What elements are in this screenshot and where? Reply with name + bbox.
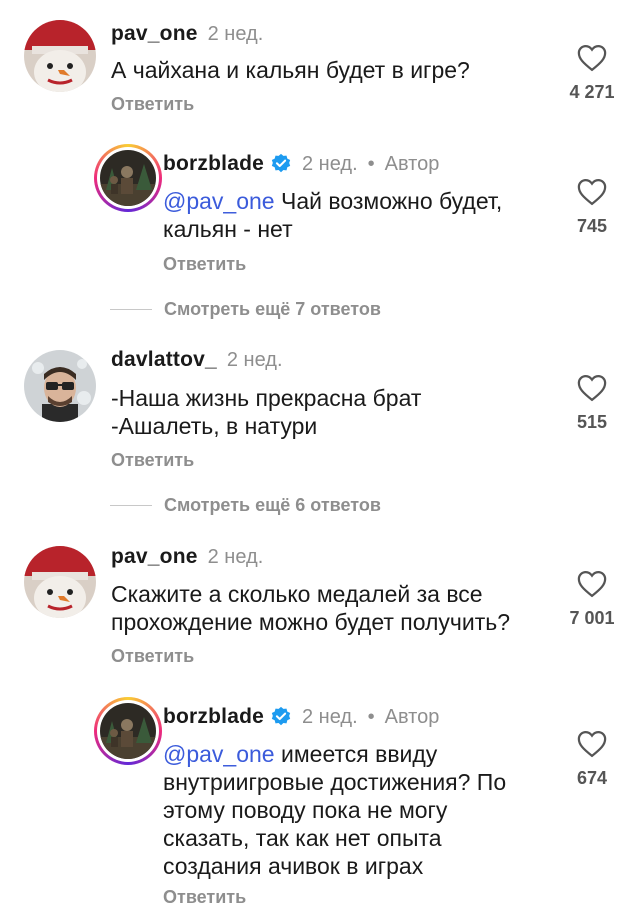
view-more-replies-label: Смотреть ещё 7 ответов [164, 299, 381, 319]
like-control: 674 [562, 730, 622, 789]
heart-icon[interactable] [577, 44, 607, 72]
view-more-replies-button[interactable]: Смотреть ещё 7 ответов [110, 299, 381, 320]
like-control: 515 [562, 374, 622, 433]
reply-button[interactable]: Ответить [111, 646, 194, 667]
separator: • [367, 705, 375, 728]
reply-button[interactable]: Ответить [111, 94, 194, 115]
like-control: 745 [562, 178, 622, 237]
comment-header: davlattov_ 2 нед. [111, 348, 283, 372]
timestamp: 2 нед. [226, 348, 283, 371]
comment-text: Скажите а сколько медалей за все прохожд… [111, 581, 511, 635]
heart-icon[interactable] [577, 570, 607, 598]
reply-button[interactable]: Ответить [163, 254, 246, 275]
like-count: 4 271 [569, 82, 615, 102]
avatar-borzblade-image [100, 150, 156, 206]
divider [110, 505, 152, 506]
author-label: Автор [384, 152, 440, 175]
comment-text: -Наша жизнь прекрасна брат -Ашалеть, в н… [111, 385, 422, 439]
mention-link[interactable]: @pav_one [163, 741, 275, 767]
username[interactable]: pav_one [111, 22, 198, 46]
avatar-snowman-image [24, 546, 96, 618]
like-count: 7 001 [569, 608, 615, 628]
reply-button[interactable]: Ответить [111, 450, 194, 471]
heart-icon[interactable] [577, 178, 607, 206]
verified-badge-icon [271, 706, 291, 726]
like-count: 515 [576, 412, 608, 432]
username[interactable]: borzblade [163, 705, 264, 729]
timestamp: 2 нед. [207, 545, 264, 568]
timestamp: 2 нед. [301, 705, 358, 728]
avatar[interactable] [24, 546, 96, 618]
timestamp: 2 нед. [301, 152, 358, 175]
heart-icon[interactable] [577, 374, 607, 402]
comment-header: pav_one 2 нед. [111, 22, 263, 46]
view-more-replies-label: Смотреть ещё 6 ответов [164, 495, 381, 515]
comment-header: pav_one 2 нед. [111, 545, 263, 569]
reply-button[interactable]: Ответить [163, 887, 246, 908]
comment-text: @pav_one Чай возможно будет, кальян - не… [163, 187, 502, 243]
avatar-story-ring[interactable] [94, 144, 162, 212]
username[interactable]: borzblade [163, 152, 264, 176]
verified-badge-icon [271, 153, 291, 173]
comment-text: @pav_one имеется ввиду внутриигровые дос… [163, 740, 506, 880]
like-control: 4 271 [562, 44, 622, 103]
like-count: 745 [576, 216, 608, 236]
username[interactable]: davlattov_ [111, 348, 217, 372]
heart-icon[interactable] [577, 730, 607, 758]
avatar-glasses-man-image [24, 350, 96, 422]
author-label: Автор [384, 705, 440, 728]
comment-text: А чайхана и кальян будет в игре? [111, 57, 470, 83]
avatar-snowman-image [24, 20, 96, 92]
comment-header: borzblade 2 нед. • Автор [163, 152, 439, 176]
mention-link[interactable]: @pav_one [163, 188, 275, 214]
like-count: 674 [576, 768, 608, 788]
divider [110, 309, 152, 310]
separator: • [367, 152, 375, 175]
username[interactable]: pav_one [111, 545, 198, 569]
avatar[interactable] [24, 20, 96, 92]
view-more-replies-button[interactable]: Смотреть ещё 6 ответов [110, 495, 381, 516]
avatar-borzblade-image [100, 703, 156, 759]
timestamp: 2 нед. [207, 22, 264, 45]
avatar-story-ring[interactable] [94, 697, 162, 765]
avatar[interactable] [24, 350, 96, 422]
comment-header: borzblade 2 нед. • Автор [163, 705, 439, 729]
like-control: 7 001 [562, 570, 622, 629]
